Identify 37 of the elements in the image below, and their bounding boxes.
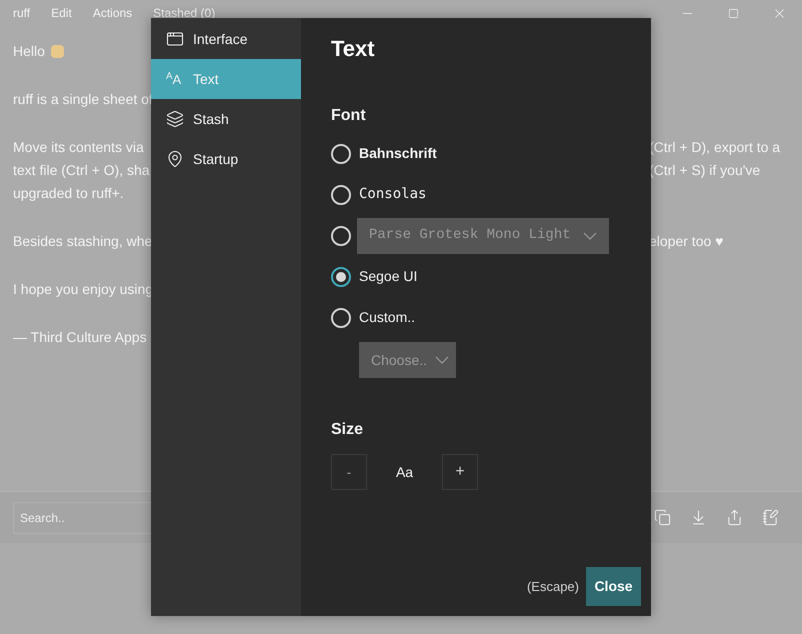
chevron-down-icon <box>435 356 450 364</box>
font-option-label[interactable]: Consolas <box>359 184 426 205</box>
document-text: — Third Culture Apps <box>13 328 147 347</box>
letters-icon: $^{A}$A <box>166 72 184 86</box>
notebook-icon[interactable] <box>762 509 779 526</box>
download-icon[interactable] <box>690 509 707 526</box>
copy-icon[interactable] <box>654 509 671 526</box>
radio-button[interactable] <box>331 184 351 204</box>
map-pin-icon <box>166 150 184 168</box>
increase-size-button[interactable]: + <box>442 454 478 490</box>
radio-button[interactable] <box>331 144 351 164</box>
layers-icon <box>166 110 184 128</box>
font-option-label[interactable]: Custom.. <box>359 307 416 328</box>
section-heading: Size <box>331 420 364 440</box>
radio-button[interactable] <box>331 308 351 328</box>
document-text: text file (Ctrl + O), sha <box>13 161 150 180</box>
radio-button[interactable] <box>331 266 351 286</box>
chevron-down-icon <box>582 232 597 240</box>
sidebar-item[interactable]: Stash <box>151 99 301 139</box>
section-heading: Font <box>331 106 367 126</box>
shortcut-hint: (Escape) <box>526 578 579 596</box>
sidebar-item[interactable]: Startup <box>151 139 301 179</box>
share-icon[interactable] <box>726 509 743 526</box>
panel-title: Text <box>331 35 376 63</box>
document-text: Besides stashing, whe <box>13 232 152 251</box>
sidebar-item[interactable]: Interface <box>151 19 301 59</box>
font-option-label[interactable]: Segoe UI <box>359 266 418 287</box>
maximize-icon[interactable] <box>728 8 738 18</box>
font-size-sample: Aa <box>394 462 414 482</box>
close-button[interactable]: Close <box>586 567 641 606</box>
document-text: upgraded to ruff+. <box>13 184 124 203</box>
document-text: Move its contents via <box>13 138 144 157</box>
font-option-label[interactable]: Bahnschrift <box>359 143 437 164</box>
window-icon <box>166 30 184 48</box>
decrease-size-button[interactable]: - <box>331 454 367 490</box>
radio-button[interactable] <box>331 226 351 246</box>
document-text: Hello <box>13 42 45 61</box>
